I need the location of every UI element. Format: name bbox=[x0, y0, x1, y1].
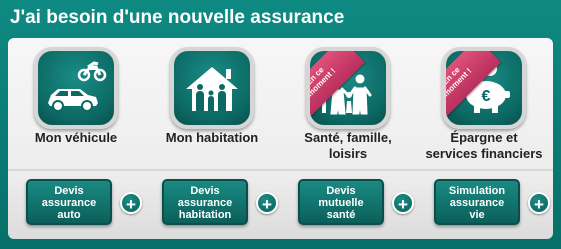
vehicle-tile[interactable] bbox=[34, 47, 118, 129]
house-family-icon bbox=[186, 67, 238, 111]
car-motorbike-icon bbox=[48, 61, 107, 112]
insurance-panel: J'ai besoin d'une nouvelle assurance Mon… bbox=[0, 0, 561, 249]
category-vehicle: Mon véhicule Devis assurance auto + bbox=[8, 38, 144, 239]
promo-ribbon: En ce moment ! bbox=[446, 51, 522, 125]
category-health: En ce moment ! Santé, famille, loisirs D… bbox=[280, 38, 416, 239]
page-title: J'ai besoin d'une nouvelle assurance bbox=[10, 7, 345, 28]
category-label: Mon véhicule bbox=[34, 130, 118, 145]
plus-icon[interactable]: + bbox=[256, 192, 278, 214]
life-insurance-simulation-button[interactable]: Simulation assurance vie bbox=[434, 179, 520, 225]
plus-icon[interactable]: + bbox=[392, 192, 414, 214]
savings-tile[interactable]: € En ce moment ! bbox=[442, 47, 526, 129]
insurance-options-card: Mon véhicule Devis assurance auto + Mon … bbox=[8, 38, 553, 239]
category-housing: Mon habitation Devis assurance habitatio… bbox=[144, 38, 280, 239]
category-label: Santé, famille, loisirs bbox=[304, 130, 392, 161]
quote-housing-button[interactable]: Devis assurance habitation bbox=[162, 179, 248, 225]
category-label: Épargne et services financiers bbox=[425, 130, 543, 161]
category-savings: € En ce moment ! Épargne et services fin… bbox=[416, 38, 552, 239]
quote-auto-button[interactable]: Devis assurance auto bbox=[26, 179, 112, 225]
health-tile[interactable]: En ce moment ! bbox=[306, 47, 390, 129]
plus-icon[interactable]: + bbox=[528, 192, 550, 214]
housing-tile[interactable] bbox=[170, 47, 254, 129]
category-label: Mon habitation bbox=[165, 130, 259, 145]
plus-icon[interactable]: + bbox=[120, 192, 142, 214]
quote-health-button[interactable]: Devis mutuelle santé bbox=[298, 179, 384, 225]
promo-ribbon: En ce moment ! bbox=[310, 51, 386, 125]
